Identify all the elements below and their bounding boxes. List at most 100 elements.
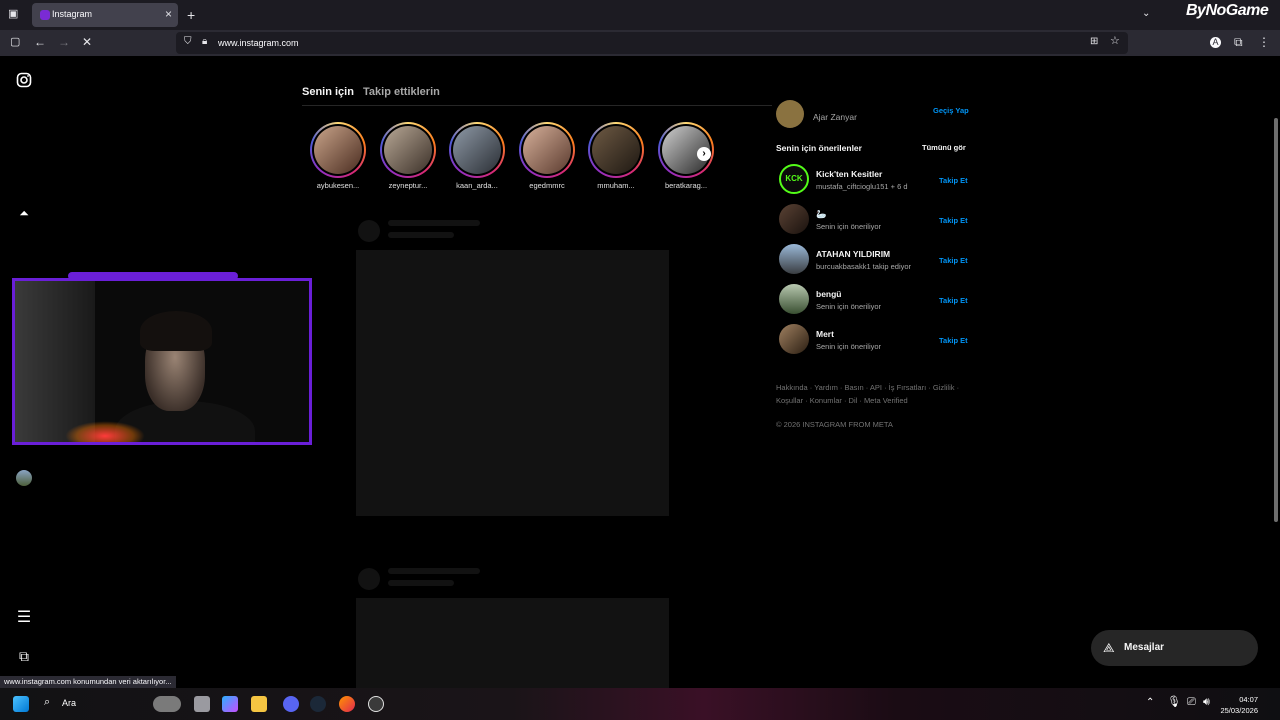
story-item[interactable]: zeyneptur... bbox=[378, 122, 438, 190]
discord-icon[interactable] bbox=[283, 696, 299, 712]
back-arrow-icon[interactable]: ← bbox=[34, 36, 46, 48]
footer-links[interactable]: Hakkında · Yardım · Basın · API · İş Fır… bbox=[776, 383, 959, 392]
volume-icon[interactable]: 🔊︎ bbox=[1203, 697, 1210, 708]
browser-tab-instagram[interactable]: Instagram × bbox=[32, 3, 178, 27]
extensions-icon[interactable]: ⧉ bbox=[1234, 36, 1243, 48]
story-item[interactable]: aybukesen... bbox=[308, 122, 368, 190]
also-from-meta-icon[interactable]: ⧉ bbox=[15, 647, 33, 665]
instagram-page: ⏶ ♡ + ☰ ⧉ Senin için Takip ettiklerin ay… bbox=[0, 56, 1280, 688]
streamer-hair bbox=[140, 311, 212, 351]
taskbar-search[interactable]: Ara bbox=[62, 698, 76, 708]
suggestion-context: Senin için öneriliyor bbox=[816, 222, 882, 231]
tab-for-you[interactable]: Senin için bbox=[302, 86, 354, 98]
bookmark-star-icon[interactable]: ☆ bbox=[1110, 36, 1120, 47]
story-username: beratkarag... bbox=[664, 181, 708, 190]
account-icon[interactable]: A bbox=[1210, 37, 1221, 48]
post-skeleton-avatar bbox=[358, 220, 380, 242]
suggestion-name[interactable]: Mert bbox=[816, 329, 834, 339]
divider bbox=[302, 105, 772, 106]
profile-avatar[interactable] bbox=[15, 469, 33, 487]
search-icon[interactable]: ⌕ bbox=[44, 697, 50, 708]
forward-arrow-icon[interactable]: → bbox=[58, 36, 70, 48]
task-view-icon[interactable] bbox=[194, 696, 210, 712]
windows-start-icon[interactable] bbox=[13, 696, 29, 712]
account-avatar[interactable] bbox=[776, 100, 804, 128]
browser-tab-bar: ▣ Instagram × + ⌄ ByNoGame bbox=[0, 0, 1280, 30]
story-username: mmuham... bbox=[597, 181, 635, 190]
suggestion-name[interactable]: Kick'ten Kesitler bbox=[816, 169, 882, 179]
file-explorer-icon[interactable] bbox=[251, 696, 267, 712]
reader-view-icon[interactable]: ⊞ bbox=[1090, 37, 1098, 47]
post-skeleton-avatar bbox=[358, 568, 380, 590]
account-display-name: Ajar Zanyar bbox=[813, 112, 857, 122]
rgb-light bbox=[65, 421, 145, 442]
suggestion-avatar[interactable] bbox=[779, 324, 809, 354]
see-all-link[interactable]: Tümünü gör bbox=[922, 143, 966, 152]
story-item[interactable]: mmuham... bbox=[586, 122, 646, 190]
chevron-up-icon[interactable]: ⌃ bbox=[1146, 698, 1154, 708]
system-clock[interactable]: 04:07 25/03/2026 bbox=[1220, 694, 1258, 716]
status-bar: www.instagram.com konumundan veri aktarı… bbox=[0, 676, 176, 688]
post-skeleton-media bbox=[356, 250, 669, 516]
webcam-frame bbox=[12, 278, 312, 445]
post-skeleton-line bbox=[388, 580, 454, 586]
stop-loading-icon[interactable]: ✕ bbox=[82, 36, 92, 48]
tab-following[interactable]: Takip ettiklerin bbox=[363, 86, 440, 98]
suggestion-avatar[interactable] bbox=[779, 244, 809, 274]
home-icon[interactable]: ⏶ bbox=[15, 204, 33, 222]
suggestion-context: Senin için öneriliyor bbox=[816, 342, 882, 351]
menu-icon[interactable]: ⋮ bbox=[1258, 36, 1270, 48]
chevron-right-icon[interactable]: › bbox=[697, 147, 711, 161]
windows-taskbar: ⌕ Ara ⌃ 🎙︎ ⎚ 🔊︎ 04:07 25/03/2026 bbox=[0, 688, 1280, 720]
switch-account-link[interactable]: Geçiş Yap bbox=[933, 106, 969, 115]
clock-date: 25/03/2026 bbox=[1220, 706, 1258, 715]
follow-button[interactable]: Takip Et bbox=[939, 336, 968, 345]
tab-list-icon[interactable]: ▣ bbox=[8, 9, 18, 20]
follow-button[interactable]: Takip Et bbox=[939, 296, 968, 305]
clock-time: 04:07 bbox=[1239, 695, 1258, 704]
suggestion-avatar[interactable] bbox=[779, 284, 809, 314]
more-menu-icon[interactable]: ☰ bbox=[15, 609, 33, 627]
footer-links[interactable]: Koşullar · Konumlar · Dil · Meta Verifie… bbox=[776, 396, 908, 405]
story-username: zeyneptur... bbox=[388, 181, 428, 190]
follow-button[interactable]: Takip Et bbox=[939, 256, 968, 265]
widgets-icon[interactable] bbox=[153, 696, 181, 712]
messages-button[interactable]: ⟁ Mesajlar bbox=[1091, 630, 1258, 666]
shield-icon[interactable]: ⛉ bbox=[184, 37, 192, 47]
suggestion-context: mustafa_ciftcioglu151 + 6 d bbox=[816, 182, 908, 191]
suggestion-avatar[interactable] bbox=[779, 204, 809, 234]
suggestion-avatar[interactable]: KCK bbox=[779, 164, 809, 194]
instagram-logo-icon[interactable] bbox=[15, 72, 33, 90]
microphone-icon[interactable]: 🎙︎ bbox=[1167, 697, 1181, 708]
suggestion-name[interactable]: 🦢 bbox=[816, 209, 827, 220]
post-skeleton-media bbox=[356, 598, 669, 688]
follow-button[interactable]: Takip Et bbox=[939, 216, 968, 225]
story-item[interactable]: egedmmrc bbox=[517, 122, 577, 190]
copilot-icon[interactable] bbox=[222, 696, 238, 712]
close-tab-icon[interactable]: × bbox=[165, 7, 172, 21]
obs-icon[interactable] bbox=[368, 696, 384, 712]
story-username: egedmmrc bbox=[529, 181, 565, 190]
follow-button[interactable]: Takip Et bbox=[939, 176, 968, 185]
send-icon: ⟁ bbox=[1103, 640, 1115, 655]
browser-nav-bar: ▢ ← → ✕ ⛉ 🔒︎ www.instagram.com ⊞ ☆ A ⧉ ⋮ bbox=[0, 30, 1280, 56]
suggestion-context: Senin için öneriliyor bbox=[816, 302, 882, 311]
story-item[interactable]: kaan_arda... bbox=[447, 122, 507, 190]
network-icon[interactable]: ⎚ bbox=[1187, 697, 1196, 708]
url-text[interactable]: www.instagram.com bbox=[218, 38, 299, 48]
sidebar-toggle-icon[interactable]: ▢ bbox=[10, 37, 20, 48]
scrollbar[interactable] bbox=[1274, 118, 1278, 522]
bynogame-logo: ByNoGame bbox=[1186, 2, 1269, 19]
chevron-down-icon[interactable]: ⌄ bbox=[1142, 9, 1150, 19]
firefox-icon[interactable] bbox=[339, 696, 355, 712]
suggestion-name[interactable]: ATAHAN YILDIRIM bbox=[816, 249, 890, 259]
lock-icon[interactable]: 🔒︎ bbox=[202, 37, 207, 47]
messages-label: Mesajlar bbox=[1124, 642, 1165, 653]
webcam-overlay bbox=[8, 272, 314, 448]
story-username: aybukesen... bbox=[316, 181, 360, 190]
tab-title: Instagram bbox=[52, 9, 93, 19]
address-bar[interactable]: ⛉ 🔒︎ www.instagram.com ⊞ ☆ bbox=[176, 32, 1128, 54]
suggestion-name[interactable]: bengü bbox=[816, 289, 842, 299]
new-tab-button[interactable]: + bbox=[187, 8, 195, 22]
steam-icon[interactable] bbox=[310, 696, 326, 712]
